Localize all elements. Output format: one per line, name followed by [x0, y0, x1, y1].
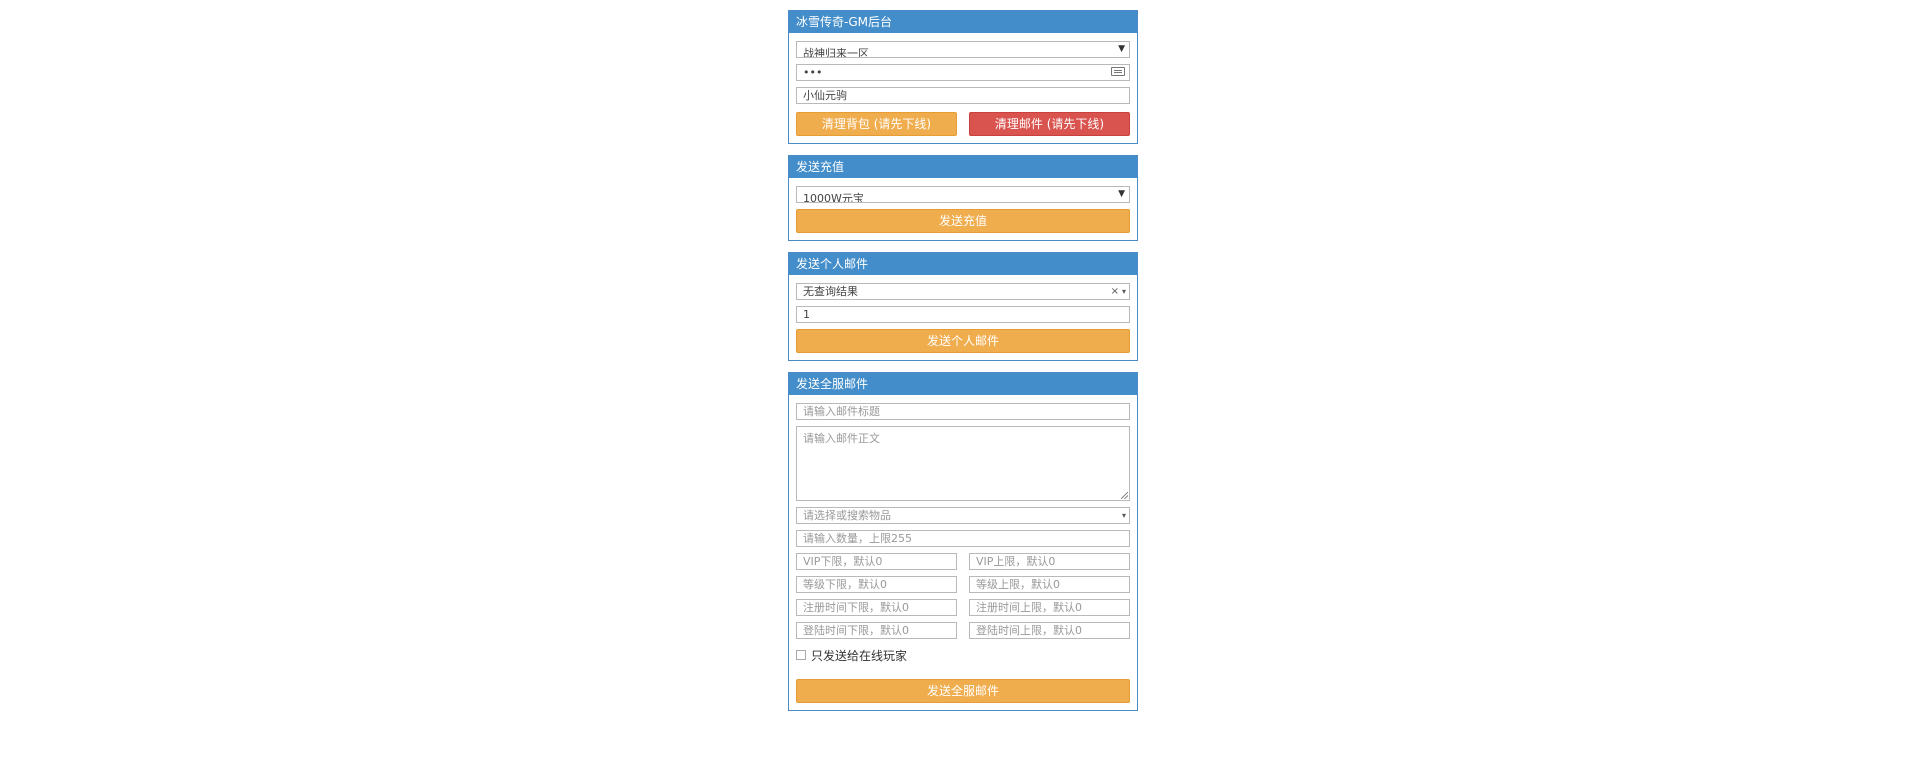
- role-name-value: 小仙元驹: [803, 89, 847, 102]
- panel-title: 发送全服邮件: [789, 373, 1137, 395]
- password-field[interactable]: •••: [796, 64, 1130, 81]
- password-value: •••: [803, 66, 823, 79]
- vip-min-input[interactable]: VIP下限，默认0: [796, 553, 957, 570]
- personal-mail-panel: 发送个人邮件 无查询结果 × ▾ 1 发送个人邮件: [788, 252, 1138, 361]
- clear-bag-button[interactable]: 清理背包 (请先下线): [796, 112, 957, 136]
- item-select[interactable]: 请选择或搜索物品 ▾: [796, 507, 1130, 524]
- panel-body: 请输入邮件标题 请输入邮件正文 请选择或搜索物品 ▾ 请输入数量，上限255 V…: [789, 395, 1137, 710]
- panel-title: 冰雪传奇-GM后台: [789, 11, 1137, 33]
- send-server-mail-button[interactable]: 发送全服邮件: [796, 679, 1130, 703]
- gm-panel-column: 冰雪传奇-GM后台 战神归来一区 ▼ ••• 小仙元驹 清理背包 (请先下线) …: [788, 10, 1138, 722]
- vip-range-row: VIP下限，默认0 VIP上限，默认0: [796, 553, 1130, 576]
- panel-title: 发送个人邮件: [789, 253, 1137, 275]
- recharge-amount-select[interactable]: 1000W元宝 ▼: [796, 186, 1130, 203]
- vip-max-input[interactable]: VIP上限，默认0: [969, 553, 1130, 570]
- server-select-value: 战神归来一区: [803, 47, 869, 58]
- online-only-checkbox[interactable]: [796, 650, 806, 660]
- register-range-row: 注册时间下限，默认0 注册时间上限，默认0: [796, 599, 1130, 622]
- clear-icon[interactable]: ×: [1111, 284, 1119, 299]
- item-select-placeholder: 请选择或搜索物品: [803, 509, 891, 522]
- recharge-amount-value: 1000W元宝: [803, 192, 864, 203]
- vip-min-placeholder: VIP下限，默认0: [803, 555, 883, 568]
- clear-mail-button[interactable]: 清理邮件 (请先下线): [969, 112, 1130, 136]
- panel-body: 战神归来一区 ▼ ••• 小仙元驹 清理背包 (请先下线) 清理邮件 (请先下线…: [789, 33, 1137, 143]
- resize-grip-icon[interactable]: [1121, 492, 1128, 499]
- online-only-option[interactable]: 只发送给在线玩家: [796, 647, 1130, 663]
- server-mail-panel: 发送全服邮件 请输入邮件标题 请输入邮件正文 请选择或搜索物品 ▾ 请输入数量，…: [788, 372, 1138, 711]
- login-max-placeholder: 登陆时间上限，默认0: [976, 624, 1082, 637]
- panel-body: 无查询结果 × ▾ 1 发送个人邮件: [789, 275, 1137, 360]
- login-max-input[interactable]: 登陆时间上限，默认0: [969, 622, 1130, 639]
- register-min-input[interactable]: 注册时间下限，默认0: [796, 599, 957, 616]
- item-quantity-placeholder: 请输入数量，上限255: [803, 532, 912, 545]
- caret-down-icon: ▼: [1118, 44, 1125, 54]
- level-range-row: 等级下限，默认0 等级上限，默认0: [796, 576, 1130, 599]
- level-max-placeholder: 等级上限，默认0: [976, 578, 1060, 591]
- mail-quantity-value: 1: [803, 308, 810, 321]
- login-min-input[interactable]: 登陆时间下限，默认0: [796, 622, 957, 639]
- player-search-value: 无查询结果: [803, 285, 858, 298]
- recharge-panel: 发送充值 1000W元宝 ▼ 发送充值: [788, 155, 1138, 241]
- caret-down-icon: ▼: [1118, 189, 1125, 199]
- login-range-row: 登陆时间下限，默认0 登陆时间上限，默认0: [796, 622, 1130, 645]
- register-max-input[interactable]: 注册时间上限，默认0: [969, 599, 1130, 616]
- vip-max-placeholder: VIP上限，默认0: [976, 555, 1056, 568]
- item-quantity-input[interactable]: 请输入数量，上限255: [796, 530, 1130, 547]
- mail-body-placeholder: 请输入邮件正文: [803, 432, 880, 445]
- mail-body-textarea[interactable]: 请输入邮件正文: [796, 426, 1130, 501]
- online-only-label: 只发送给在线玩家: [811, 648, 908, 663]
- clear-buttons-row: 清理背包 (请先下线) 清理邮件 (请先下线): [796, 112, 1130, 136]
- mail-title-placeholder: 请输入邮件标题: [803, 405, 880, 418]
- caret-down-icon: ▾: [1121, 511, 1126, 520]
- register-min-placeholder: 注册时间下限，默认0: [803, 601, 909, 614]
- login-min-placeholder: 登陆时间下限，默认0: [803, 624, 909, 637]
- send-personal-mail-button[interactable]: 发送个人邮件: [796, 329, 1130, 353]
- level-max-input[interactable]: 等级上限，默认0: [969, 576, 1130, 593]
- panel-title: 发送充值: [789, 156, 1137, 178]
- register-max-placeholder: 注册时间上限，默认0: [976, 601, 1082, 614]
- panel-body: 1000W元宝 ▼ 发送充值: [789, 178, 1137, 240]
- server-select[interactable]: 战神归来一区 ▼: [796, 41, 1130, 58]
- gm-backend-panel: 冰雪传奇-GM后台 战神归来一区 ▼ ••• 小仙元驹 清理背包 (请先下线) …: [788, 10, 1138, 144]
- send-recharge-button[interactable]: 发送充值: [796, 209, 1130, 233]
- role-name-input[interactable]: 小仙元驹: [796, 87, 1130, 104]
- mail-title-input[interactable]: 请输入邮件标题: [796, 403, 1130, 420]
- player-search-select[interactable]: 无查询结果 × ▾: [796, 283, 1130, 300]
- mail-quantity-input[interactable]: 1: [796, 306, 1130, 323]
- level-min-input[interactable]: 等级下限，默认0: [796, 576, 957, 593]
- keyboard-icon[interactable]: [1111, 67, 1125, 76]
- level-min-placeholder: 等级下限，默认0: [803, 578, 887, 591]
- caret-down-icon: ▾: [1121, 287, 1126, 296]
